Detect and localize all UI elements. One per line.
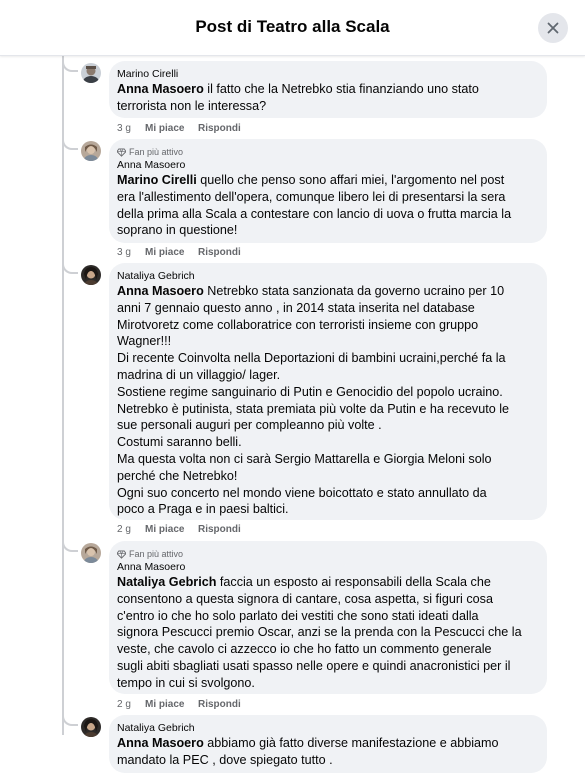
reply-button[interactable]: Rispondi [198,524,241,535]
comment-bubble: Fan più attivo Anna Masoero Nataliya Geb… [109,541,547,694]
like-button[interactable]: Mi piace [145,524,198,535]
reply-button[interactable]: Rispondi [198,699,241,710]
thread-hook [62,260,78,274]
comment-author[interactable]: Anna Masoero [117,159,535,172]
diamond-icon [117,549,126,559]
comment-actions: 3 g Mi piace Rispondi [117,123,241,134]
comment-bubble: Nataliya Gebrich Anna Masoero Netrebko s… [109,263,547,520]
comment-text: Anna Masoero il fatto che la Netrebko st… [117,82,479,113]
mention[interactable]: Anna Masoero [117,82,204,96]
comment-actions: 2 g Mi piace Rispondi [117,524,241,535]
top-fan-badge: Fan più attivo [117,548,535,560]
mention[interactable]: Anna Masoero [117,284,204,298]
like-button[interactable]: Mi piace [145,699,198,710]
thread-hook [62,712,78,726]
comment-bubble: Nataliya Gebrich Anna Masoero abbiamo gi… [109,715,547,773]
dialog-title: Post di Teatro alla Scala [195,17,390,36]
mention[interactable]: Anna Masoero [117,736,204,750]
like-button[interactable]: Mi piace [145,123,198,134]
diamond-icon [117,147,126,157]
comment-author[interactable]: Marino Cirelli [117,68,535,81]
thread-hook [62,58,78,72]
comment-author[interactable]: Nataliya Gebrich [117,270,535,283]
avatar[interactable] [81,543,101,563]
comment-actions: 3 g Mi piace Rispondi [117,247,241,258]
thread-hook [62,538,78,552]
comment-text: Anna Masoero abbiamo già fatto diverse m… [117,736,499,767]
mention[interactable]: Marino Cirelli [117,173,197,187]
comment-text: Nataliya Gebrich faccia un esposto ai re… [117,575,522,690]
reply-button[interactable]: Rispondi [198,123,241,134]
comment-author[interactable]: Anna Masoero [117,561,535,574]
comment-text: Marino Cirelli quello che penso sono aff… [117,173,512,238]
close-icon [547,22,559,34]
avatar[interactable] [81,141,101,161]
comment-time[interactable]: 3 g [117,123,145,134]
top-fan-badge: Fan più attivo [117,146,535,158]
comment-time[interactable]: 2 g [117,699,145,710]
avatar[interactable] [81,63,101,83]
mention[interactable]: Nataliya Gebrich [117,575,216,589]
comment-time[interactable]: 2 g [117,524,145,535]
dialog-header: Post di Teatro alla Scala [0,0,585,56]
comment-text: Anna Masoero Netrebko stata sanzionata d… [117,284,510,517]
comment-author[interactable]: Nataliya Gebrich [117,722,535,735]
thread-hook [62,136,78,150]
reply-button[interactable]: Rispondi [198,247,241,258]
like-button[interactable]: Mi piace [145,247,198,258]
comment-actions: 2 g Mi piace Rispondi [117,699,241,710]
avatar[interactable] [81,265,101,285]
thread-line [62,55,64,735]
comment-bubble: Marino Cirelli Anna Masoero il fatto che… [109,61,547,118]
comment-time[interactable]: 3 g [117,247,145,258]
avatar[interactable] [81,717,101,737]
post-dialog: Marino Cirelli Anna Masoero il fatto che… [0,0,585,776]
close-button[interactable] [538,13,568,43]
comment-bubble: Fan più attivo Anna Masoero Marino Cirel… [109,139,547,243]
